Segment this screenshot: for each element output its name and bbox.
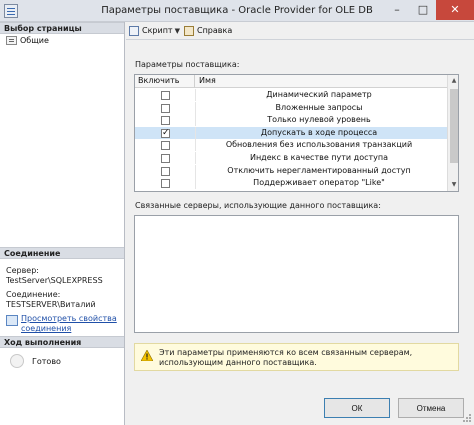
link-label: Просмотреть свойства соединения (21, 314, 117, 333)
script-icon (129, 25, 139, 36)
table-row[interactable]: Индекс в качестве пути доступа (135, 152, 447, 164)
server-value: TestServer\SQLEXPRESS (6, 276, 103, 285)
linked-servers-label: Связанные серверы, использующие данного … (135, 201, 381, 210)
table-row[interactable]: Отключить нерегламентированный доступ (135, 164, 447, 177)
enable-checkbox[interactable] (161, 141, 170, 151)
table-row[interactable]: ✓ Допускать в ходе процесса (135, 126, 447, 139)
param-name: Обновления без использования транзакций (225, 140, 413, 150)
help-label: Справка (196, 26, 233, 35)
enable-checkbox[interactable]: ✓ (161, 128, 170, 138)
enable-checkbox[interactable] (161, 179, 170, 189)
connection-value: TESTSERVER\Виталий (6, 300, 96, 309)
table-row[interactable]: Поддерживает оператор "Like" (135, 177, 447, 190)
nav-item-general[interactable]: Общие (6, 34, 49, 46)
page-icon (6, 35, 17, 45)
left-panel: Выбор страницы Общие Соединение Сервер: … (0, 22, 125, 425)
column-divider (195, 139, 196, 152)
nav-item-label: Общие (20, 35, 49, 45)
title-bar: Параметры поставщика - Oracle Provider f… (0, 0, 474, 22)
column-divider (195, 164, 196, 177)
close-button[interactable]: ✕ (436, 0, 474, 20)
provider-params-grid: Включить Имя Динамический параметр Вложен… (134, 74, 459, 192)
table-row[interactable]: Вложенные запросы (135, 101, 447, 114)
param-name: Отключить нерегламентированный доступ (227, 165, 411, 175)
scroll-down-icon[interactable]: ▼ (448, 179, 458, 191)
grid-scrollbar[interactable]: ▲ ▼ (447, 75, 458, 191)
view-connection-properties-link[interactable]: Просмотреть свойства соединения (6, 314, 121, 334)
scroll-up-icon[interactable]: ▲ (448, 75, 458, 87)
warning-banner: Эти параметры применяются ко всем связан… (134, 343, 459, 371)
warning-text: Эти параметры применяются ко всем связан… (159, 348, 413, 367)
server-label: Сервер: (6, 266, 39, 275)
linked-servers-list[interactable] (134, 215, 459, 333)
param-name: Поддерживает оператор "Like" (253, 178, 385, 188)
column-divider (195, 126, 196, 139)
resize-grip-icon[interactable] (462, 413, 472, 423)
connection-properties-icon (6, 315, 18, 326)
provider-params-label: Параметры поставщика: (135, 60, 240, 69)
progress-status: Готово (10, 354, 61, 368)
column-divider (195, 152, 196, 164)
param-name: Допускать в ходе процесса (260, 127, 378, 137)
column-divider (195, 114, 196, 127)
param-name: Динамический параметр (266, 90, 372, 99)
script-dropdown-arrow-icon[interactable]: ▼ (175, 27, 180, 35)
help-icon (183, 25, 194, 36)
column-header-enable[interactable]: Включить (138, 75, 195, 88)
progress-status-label: Готово (32, 356, 61, 366)
script-button[interactable]: Скрипт (129, 24, 173, 38)
enable-checkbox[interactable] (161, 116, 170, 126)
table-row[interactable]: Только нулевой уровень (135, 114, 447, 127)
table-row[interactable]: Динамический параметр (135, 89, 447, 101)
param-name: Индекс в качестве пути доступа (249, 153, 389, 162)
enable-checkbox[interactable] (161, 91, 170, 100)
column-divider (195, 177, 196, 190)
enable-checkbox[interactable] (161, 103, 170, 113)
grid-header: Включить Имя (135, 75, 447, 88)
scroll-thumb[interactable] (450, 89, 458, 163)
maximize-button[interactable]: □ (410, 0, 436, 20)
script-label: Скрипт (142, 26, 173, 35)
toolbar: Скрипт ▼ Справка (126, 22, 474, 40)
select-page-header: Выбор страницы (0, 22, 124, 34)
cancel-button[interactable]: Отмена (398, 398, 464, 418)
connection-header: Соединение (0, 247, 124, 259)
help-button[interactable]: Справка (183, 24, 233, 38)
param-name: Только нулевой уровень (267, 115, 371, 125)
table-row[interactable]: Обновления без использования транзакций (135, 139, 447, 152)
warning-icon (141, 350, 153, 361)
enable-checkbox[interactable] (161, 166, 170, 176)
connection-label: Соединение: (6, 290, 61, 299)
progress-header: Ход выполнения (0, 336, 124, 348)
param-name: Вложенные запросы (275, 102, 363, 112)
ok-button[interactable]: ОК (324, 398, 390, 418)
column-header-name[interactable]: Имя (199, 75, 216, 87)
progress-spinner-icon (10, 354, 24, 368)
enable-checkbox[interactable] (161, 154, 170, 163)
minimize-button[interactable]: – (384, 0, 410, 20)
column-divider (195, 89, 196, 101)
column-divider (195, 101, 196, 114)
